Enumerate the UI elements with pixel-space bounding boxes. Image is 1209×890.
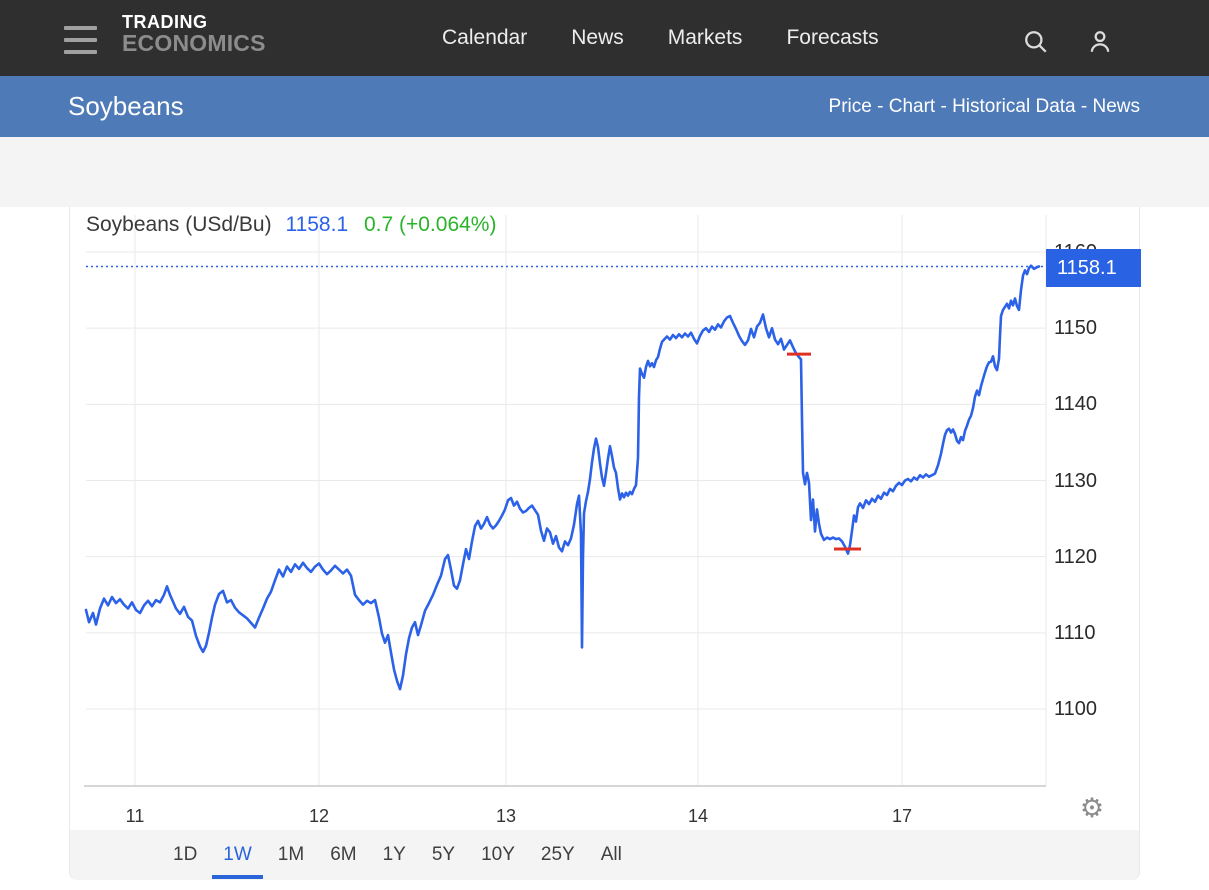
- nav-menu: Calendar News Markets Forecasts: [442, 0, 879, 76]
- chart-instrument-label: Soybeans (USd/Bu): [86, 213, 272, 236]
- y-axis-tick-label: 1100: [1054, 696, 1134, 722]
- range-button-1w[interactable]: 1W: [223, 844, 252, 866]
- range-button-1m[interactable]: 1M: [278, 844, 304, 866]
- range-button-1d[interactable]: 1D: [173, 844, 197, 866]
- page-title: Soybeans: [68, 76, 184, 137]
- range-button-1y[interactable]: 1Y: [383, 844, 406, 866]
- range-selector: 1D 1W 1M 6M 1Y 5Y 10Y 25Y All: [69, 830, 1140, 880]
- nav-item-forecasts[interactable]: Forecasts: [786, 26, 878, 50]
- x-axis-tick-label: 11: [105, 804, 165, 828]
- tab-strip: Summary Stats Forecast Alerts Export: [0, 137, 1209, 207]
- price-chart[interactable]: [70, 207, 1141, 830]
- nav-item-markets[interactable]: Markets: [668, 26, 743, 50]
- y-axis-tick-label: 1150: [1054, 315, 1134, 341]
- trading-economics-soybeans-page: TRADING ECONOMICS Calendar News Markets For…: [0, 0, 1209, 890]
- range-button-6m[interactable]: 6M: [330, 844, 356, 866]
- nav-item-news[interactable]: News: [571, 26, 624, 50]
- user-icon[interactable]: [1087, 29, 1113, 55]
- range-button-10y[interactable]: 10Y: [481, 844, 515, 866]
- range-button-25y[interactable]: 25Y: [541, 844, 575, 866]
- menu-icon[interactable]: [64, 26, 97, 54]
- chart-change: 0.7 (+0.064%): [364, 213, 497, 236]
- chart-last-price: 1158.1: [285, 213, 348, 236]
- subheader-links[interactable]: Price - Chart - Historical Data - News: [829, 76, 1140, 137]
- x-axis-tick-label: 12: [289, 804, 349, 828]
- y-axis-tick-label: 1120: [1054, 544, 1134, 570]
- search-icon[interactable]: [1023, 29, 1049, 55]
- price-series-line: [86, 266, 1039, 690]
- instrument-header: Soybeans Price - Chart - Historical Data…: [0, 76, 1209, 137]
- x-axis-tick-label: 14: [668, 804, 728, 828]
- y-axis-tick-label: 1140: [1054, 391, 1134, 417]
- y-axis-tick-label: 1130: [1054, 468, 1134, 494]
- chart-title: Soybeans (USd/Bu) 1158.1 0.7 (+0.064%): [86, 209, 496, 241]
- chart-settings-gear-icon[interactable]: ⚙: [1072, 791, 1112, 825]
- brand-line2: ECONOMICS: [122, 31, 266, 56]
- brand-logo[interactable]: TRADING ECONOMICS: [122, 13, 266, 56]
- current-price-badge: 1158.1: [1046, 249, 1141, 287]
- x-axis-tick-label: 13: [476, 804, 536, 828]
- range-button-5y[interactable]: 5Y: [432, 844, 455, 866]
- chart-panel: Soybeans (USd/Bu) 1158.1 0.7 (+0.064%) 1…: [69, 207, 1140, 830]
- x-axis-tick-label: 17: [872, 804, 932, 828]
- y-axis-tick-label: 1110: [1054, 620, 1134, 646]
- top-nav: TRADING ECONOMICS Calendar News Markets For…: [0, 0, 1209, 76]
- range-button-all[interactable]: All: [601, 844, 622, 866]
- nav-item-calendar[interactable]: Calendar: [442, 26, 527, 50]
